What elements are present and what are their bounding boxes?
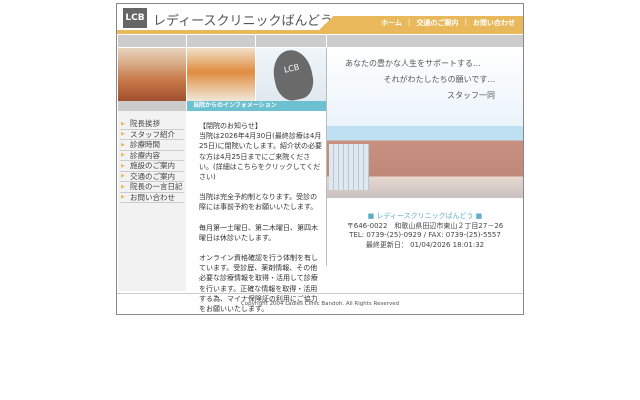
menu-label: 交通のご案内 [130, 171, 175, 181]
clinic-logo[interactable]: LCB [123, 8, 147, 28]
glass-block-wall [329, 144, 369, 190]
menu-label: スタッフ紹介 [130, 129, 175, 139]
menu-label: お問い合わせ [130, 192, 175, 202]
clinic-name: ■ レディースクリニックばんどう ■ [367, 212, 483, 220]
menu-label: 施設のご案内 [130, 161, 175, 171]
sidebar: ▶ 院長挨拶 ▶ スタッフ紹介 ▶ 診療時間 ▶ 診療内容 ▶ 施設のご案内 ▶ 交通のご案… [118, 101, 186, 291]
menu-label: 診療内容 [130, 150, 160, 160]
sign-photo: LCB [256, 46, 326, 104]
tagline-line1: あなたの豊かな人生をサポートする... [345, 59, 481, 68]
grey-strip [187, 35, 255, 47]
site-title: レディースクリニックばんどう [153, 14, 334, 29]
grey-strip [327, 35, 523, 47]
menu-label: 院長の一言日記 [130, 182, 183, 192]
nav-contact[interactable]: お問い合わせ [473, 18, 515, 28]
arrow-icon: ▶ [121, 183, 125, 190]
phone-fax: TEL: 0739-(25)-0929 / FAX: 0739-(25)-555… [349, 231, 501, 239]
menu-contact[interactable]: ▶ お問い合わせ [120, 192, 184, 203]
waiting-room-photo [187, 48, 255, 101]
menu-label: 診療時間 [130, 140, 160, 150]
last-updated: 最終更新日： 01/04/2026 18:01:32 [365, 240, 485, 249]
tagline-line2: それがわたしたちの願いです... [383, 75, 495, 84]
sidebar-header [118, 101, 186, 111]
arrow-icon: ▶ [121, 173, 125, 180]
arrow-icon: ▶ [121, 162, 125, 169]
sidebar-menu: ▶ 院長挨拶 ▶ スタッフ紹介 ▶ 診療時間 ▶ 診療内容 ▶ 施設のご案内 ▶ 交通のご案… [118, 119, 186, 203]
reservation-notice: 当院は完全予約制となります。受診の際には事前予約をお願いいたします。 [199, 193, 318, 212]
header: LCB レディースクリニックばんどう ホーム | 交通のご案内 | お問い合わせ [117, 4, 523, 34]
page-frame: LCB レディースクリニックばんどう ホーム | 交通のご案内 | お問い合わせ L… [116, 3, 524, 315]
top-nav: ホーム | 交通のご案内 | お問い合わせ [381, 18, 515, 28]
arrow-icon: ▶ [121, 194, 125, 201]
arrow-icon: ▶ [121, 120, 125, 127]
nav-access[interactable]: 交通のご案内 [416, 18, 458, 28]
holiday-notice: 毎月第一土曜日、第二木曜日、第四木曜日は休診いたします。 [199, 223, 318, 242]
info-heading: 当院からのインフォメーション [187, 101, 327, 111]
postal-address: 〒646-0022 和歌山県田辺市東山２丁目27－26 [346, 221, 504, 230]
arrow-icon: ▶ [121, 152, 125, 159]
arrow-icon: ▶ [121, 131, 125, 138]
sign-logo: LCB [269, 46, 317, 104]
arrow-icon: ▶ [121, 141, 125, 148]
tagline-line3: スタッフ一同 [447, 91, 495, 100]
grey-strip [256, 35, 326, 47]
menu-label: 院長挨拶 [130, 119, 160, 129]
copyright: Copyright 2004 Ladies Clinic Bandoh. All… [240, 301, 400, 307]
nav-separator: | [407, 18, 411, 26]
grey-strip [118, 35, 186, 47]
tagline: あなたの豊かな人生をサポートする... それがわたしたちの願いです... スタッ… [327, 48, 523, 128]
nav-separator: | [464, 18, 467, 26]
building-photo [327, 126, 523, 198]
reception-photo [118, 48, 186, 101]
footer-divider [117, 293, 523, 294]
nav-home[interactable]: ホーム [381, 18, 402, 28]
clinic-address: ■ レディースクリニックばんどう ■ 〒646-0022 和歌山県田辺市東山２丁… [327, 212, 523, 250]
closure-notice[interactable]: 【閉院のお知らせ】 当院は2026年4月30日(最終診療は4月25日)に閉院いた… [199, 121, 323, 182]
